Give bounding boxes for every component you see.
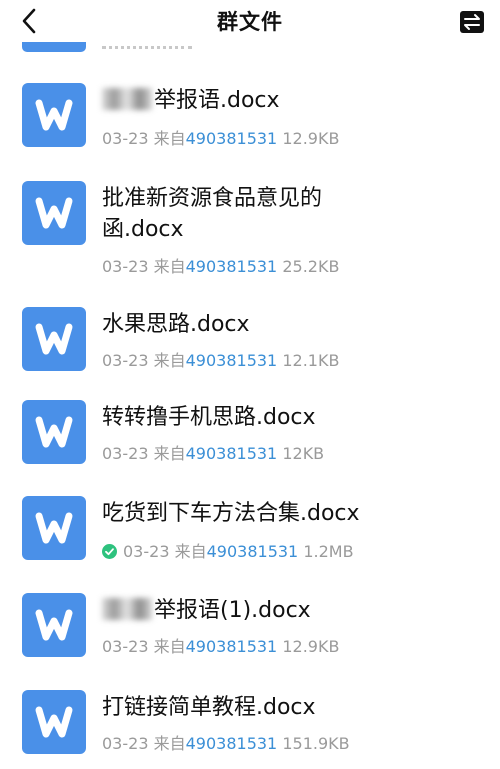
file-meta: 03-23 来自490381531 12KB xyxy=(102,444,325,463)
file-meta: 03-23 来自490381531 12.9KB xyxy=(102,129,340,148)
file-meta: 03-23 来自490381531 12.1KB xyxy=(102,351,340,370)
file-item[interactable]: 转转撸手机思路.docx 03-23 来自490381531 12KB xyxy=(0,400,500,480)
blurred-text xyxy=(102,598,152,620)
file-name: 水果思路.docx xyxy=(102,312,250,337)
word-doc-icon xyxy=(22,496,86,560)
word-doc-icon xyxy=(22,307,86,371)
sender-link[interactable]: 490381531 xyxy=(186,444,278,463)
word-doc-icon xyxy=(22,690,86,754)
check-circle-icon xyxy=(102,544,117,559)
file-name: 批准新资源食品意见的 函.docx xyxy=(102,186,323,242)
file-item[interactable]: 吃货到下车方法合集.docx 03-23 来自490381531 1.2MB xyxy=(0,496,500,576)
file-name: 举报语.docx xyxy=(102,85,480,116)
blurred-text xyxy=(102,88,152,110)
sender-link[interactable]: 490381531 xyxy=(186,129,278,148)
file-name: 转转撸手机思路.docx xyxy=(102,405,316,430)
file-name: 举报语(1).docx xyxy=(102,595,480,626)
file-item[interactable]: 举报语.docx 03-23 来自490381531 12.9KB xyxy=(0,83,500,163)
file-item[interactable]: 打链接简单教程.docx 03-23 来自490381531 151.9KB xyxy=(0,690,500,769)
sender-link[interactable]: 490381531 xyxy=(186,734,278,753)
swap-arrows-icon[interactable] xyxy=(460,11,484,33)
sender-link[interactable]: 490381531 xyxy=(207,542,299,561)
file-name: 打链接简单教程.docx xyxy=(102,695,316,720)
sender-link[interactable]: 490381531 xyxy=(186,637,278,656)
nav-bar: 群文件 xyxy=(0,0,500,42)
file-meta: 03-23 来自490381531 25.2KB xyxy=(102,257,340,276)
word-doc-icon xyxy=(22,400,86,464)
file-name: 吃货到下车方法合集.docx xyxy=(102,501,360,526)
file-meta: 03-23 来自490381531 1.2MB xyxy=(102,538,354,562)
word-doc-icon xyxy=(22,593,86,657)
file-item[interactable]: 水果思路.docx 03-23 来自490381531 12.1KB xyxy=(0,307,500,387)
file-meta: 03-23 来自490381531 12.9KB xyxy=(102,637,340,656)
word-doc-icon xyxy=(22,83,86,147)
file-meta: 03-23 来自490381531 151.9KB xyxy=(102,734,350,753)
file-item[interactable]: 举报语(1).docx 03-23 来自490381531 12.9KB xyxy=(0,593,500,673)
sender-link[interactable]: 490381531 xyxy=(186,351,278,370)
sender-link[interactable]: 490381531 xyxy=(186,257,278,276)
page-title: 群文件 xyxy=(217,10,283,34)
file-item[interactable]: 批准新资源食品意见的 函.docx 03-23 来自490381531 25.2… xyxy=(0,181,500,281)
word-doc-icon xyxy=(22,181,86,245)
